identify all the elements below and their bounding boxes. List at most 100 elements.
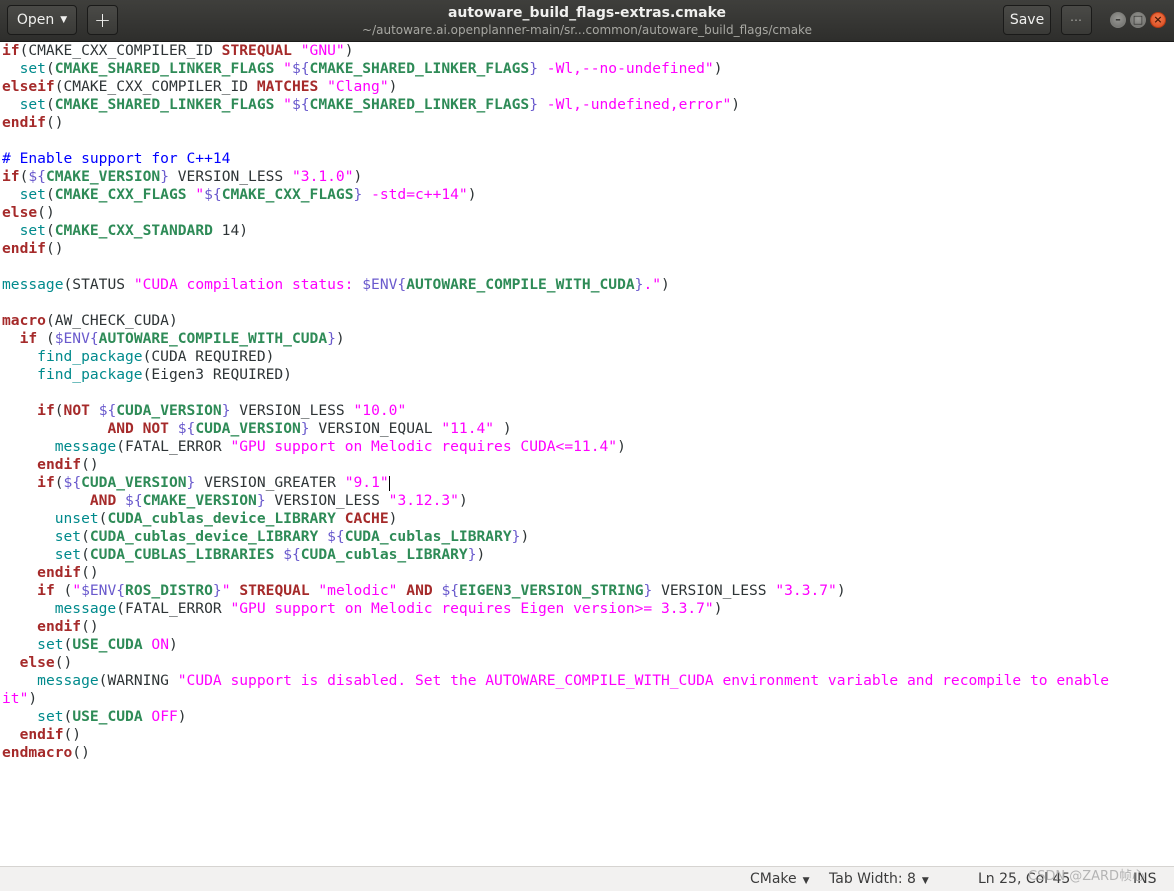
minimize-icon[interactable]: – [1110,12,1126,28]
code-token: CMAKE_CXX_STANDARD [54,222,213,239]
new-tab-button[interactable]: + [87,5,118,35]
code-token: STREQUAL [221,42,292,59]
code-token: (Eigen3 REQUIRED) [142,366,292,383]
code-token: "melodic" [309,582,398,599]
code-token: CMAKE_SHARED_LINKER_FLAGS [54,96,275,113]
code-token: EIGEN3_VERSION_STRING [459,582,644,599]
code-token: else [2,204,38,221]
code-line: if ("$ENV{ROS_DISTRO}" STREQUAL "melodic… [2,582,1174,600]
code-line: endmacro() [2,744,1174,762]
tab-width-selector[interactable]: Tab Width: 8 ▼ [829,870,929,889]
save-button[interactable]: Save [1003,5,1051,35]
code-token: it" [2,690,29,707]
code-token: ( [45,60,55,77]
code-token: (CMAKE_CXX_COMPILER_ID [54,78,257,95]
code-token: message [54,600,117,617]
code-line: set(USE_CUDA ON) [2,636,1174,654]
code-token: elseif [2,78,55,95]
code-token: ${ [125,492,143,509]
code-token: CUDA_CUBLAS_LIBRARIES [89,546,275,563]
code-token: # Enable support for C++14 [2,150,231,167]
code-line: set(CMAKE_CXX_FLAGS "${CMAKE_CXX_FLAGS} … [2,186,1174,204]
status-bar: CMake ▼ Tab Width: 8 ▼ Ln 25, Col 45 INS C… [0,866,1174,891]
code-token: ) [344,42,354,59]
hamburger-menu-button[interactable]: ⋯ [1061,5,1092,35]
code-token: } [529,96,538,113]
code-token: "9.1" [344,474,389,491]
code-token: AUTOWARE_COMPILE_WITH_CUDA [98,330,328,347]
code-token: ) [177,708,187,725]
code-token: ) [731,96,741,113]
code-token: (AW_CHECK_CUDA) [45,312,178,329]
code-line: message(STATUS "CUDA compilation status:… [2,276,1174,294]
code-token: ) [467,186,477,203]
code-token: ) [494,420,512,437]
code-token: CMAKE_CXX_FLAGS [54,186,187,203]
code-token: OFF [151,708,178,725]
code-token: endif [2,240,46,257]
code-line: set(CMAKE_SHARED_LINKER_FLAGS "${CMAKE_S… [2,96,1174,114]
code-token: endif [37,618,82,635]
code-token: (CMAKE_CXX_COMPILER_ID [19,42,222,59]
code-token: "GPU support on Melodic requires CUDA<=1… [230,438,618,455]
language-selector[interactable]: CMake ▼ [750,870,810,889]
code-token: endif [19,726,64,743]
code-token: macro [2,312,46,329]
code-token: -std=c++14" [362,186,468,203]
code-line: if(${CUDA_VERSION} VERSION_GREATER "9.1" [2,474,1174,492]
code-line: message(FATAL_ERROR "GPU support on Melo… [2,438,1174,456]
code-token: } [529,60,538,77]
code-line: endif() [2,114,1174,132]
code-line: macro(AW_CHECK_CUDA) [2,312,1174,330]
code-line: elseif(CMAKE_CXX_COMPILER_ID MATCHES "Cl… [2,78,1174,96]
code-token: $ENV{ [81,582,126,599]
code-token: () [45,240,64,257]
code-token: CUDA_VERSION [81,474,187,491]
code-token: ( [81,528,90,545]
code-token: ) [168,636,178,653]
code-token: ) [476,546,486,563]
chevron-down-icon: ▼ [60,15,68,25]
code-line: if(CMAKE_CXX_COMPILER_ID STREQUAL "GNU") [2,42,1174,60]
code-token: unset [54,510,99,527]
code-line: if(${CMAKE_VERSION} VERSION_LESS "3.1.0"… [2,168,1174,186]
code-token: set [19,60,46,77]
code-token: VERSION_EQUAL [309,420,442,437]
open-button[interactable]: Open ▼ [7,5,77,35]
code-token: CMAKE_VERSION [45,168,161,185]
code-editor[interactable]: if(CMAKE_CXX_COMPILER_ID STREQUAL "GNU")… [0,42,1174,866]
code-line: message(FATAL_ERROR "GPU support on Melo… [2,600,1174,618]
code-line: # Enable support for C++14 [2,150,1174,168]
code-token: set [54,528,82,545]
code-line: set(CUDA_CUBLAS_LIBRARIES ${CUDA_cublas_… [2,546,1174,564]
code-token: endmacro [2,744,73,761]
code-token: ON [151,636,169,653]
code-token: ( [37,330,55,347]
code-token: "CUDA compilation status: [133,276,363,293]
code-token: "CUDA support is disabled. Set the AUTOW… [177,672,1110,689]
code-token: ( [45,186,55,203]
code-line: ​ [2,132,1174,150]
code-line: set(CUDA_cublas_device_LIBRARY ${CUDA_cu… [2,528,1174,546]
code-token: AND [89,492,117,509]
close-icon[interactable]: × [1150,12,1166,28]
code-token: " [274,60,292,77]
code-token: ) [353,168,363,185]
maximize-icon[interactable]: □ [1130,12,1146,28]
code-token: CMAKE_CXX_FLAGS [221,186,354,203]
code-token: "11.4" [441,420,495,437]
code-token: VERSION_LESS [230,402,354,419]
code-line: AND NOT ${CUDA_VERSION} VERSION_EQUAL "1… [2,420,1174,438]
code-token: "10.0" [353,402,407,419]
code-line: it") [2,690,1174,708]
